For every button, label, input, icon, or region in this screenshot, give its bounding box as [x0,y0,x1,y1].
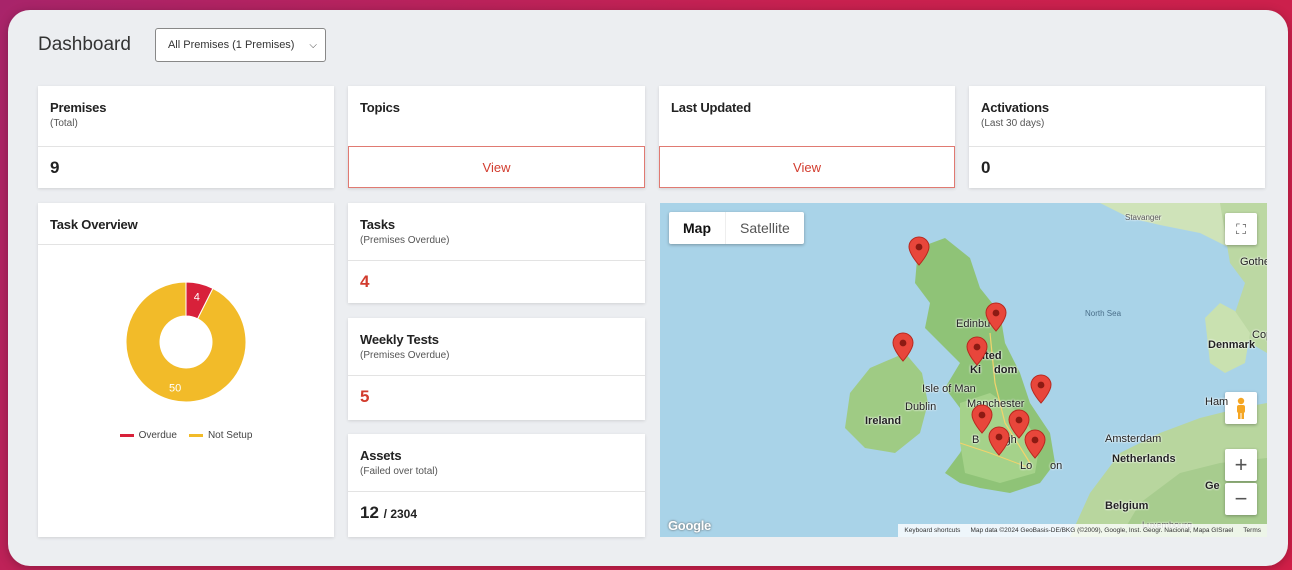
premises-label: Premises [50,100,107,115]
weekly-tests-value: 5 [360,387,370,406]
premises-select-value: All Premises (1 Premises) [167,39,295,51]
map-land [845,203,1267,537]
map-label: Ireland [865,415,902,427]
map-tab[interactable]: Map [669,212,725,244]
assets-total: / 2304 [383,507,418,521]
activations-sub: (Last 30 days) [981,118,1045,129]
zoom-out-button[interactable]: − [1225,483,1257,515]
map-label: Denmark [1208,339,1256,351]
last-updated-view-button[interactable]: View [659,146,955,188]
map-type-toggle: Map Satellite [669,212,804,244]
activations-value: 0 [981,158,991,177]
map-label: Manchester [967,398,1025,410]
map-label: Isle of Man [922,383,976,395]
fullscreen-icon[interactable]: ⛶ [1225,213,1257,245]
page-title: Dashboard [38,34,131,55]
map-label: ingh [996,434,1017,446]
activations-label: Activations [981,100,1049,115]
premises-map[interactable]: Map Satellite ⛶ + − Stavanger Gothe Nort… [660,203,1267,537]
assets-value: 12 / 2304 [348,492,645,534]
map-label: Ge [1205,480,1220,492]
assets-card: Assets (Failed over total) 12 / 2304 [348,434,645,537]
satellite-tab[interactable]: Satellite [725,212,804,244]
task-overview-card: Task Overview 4 50 Overdue Not Setup [38,203,334,537]
street-view-pegman-icon[interactable] [1225,392,1257,424]
map-label: m [1025,434,1035,446]
map-label: Ham [1205,396,1229,408]
map-data-text: Map data ©2024 GeoBasis-DE/BKG (©2009), … [970,527,1234,534]
premises-select[interactable]: All Premises (1 Premises) ⌵ [154,28,326,62]
map-label: ited [982,350,1002,362]
donut-label-not-setup: 50 [169,383,181,395]
donut-slice-not-setup[interactable] [125,281,247,403]
tasks-sub: (Premises Overdue) [360,235,450,246]
map-label: on [1050,460,1063,472]
topics-card: Topics View [348,86,645,188]
topics-view-button[interactable]: View [348,146,645,188]
weekly-tests-label: Weekly Tests [360,332,439,347]
donut-label-overdue: 4 [194,291,200,303]
map-attribution: Keyboard shortcuts Map data ©2024 GeoBas… [898,524,1267,537]
premises-sub: (Total) [50,118,78,129]
last-updated-label: Last Updated [671,100,751,115]
map-label: Edinbu [956,318,991,330]
map-label: Belgium [1105,500,1149,512]
activations-card: Activations (Last 30 days) 0 [969,86,1265,188]
legend-overdue: Overdue [119,430,177,441]
assets-sub: (Failed over total) [360,466,438,477]
map-label: Netherlands [1112,453,1176,465]
topics-label: Topics [360,100,400,115]
map-label: Ki [970,364,981,376]
assets-label: Assets [360,448,402,463]
map-label: Amsterdam [1105,433,1162,445]
dashboard-panel: Dashboard All Premises (1 Premises) ⌵ Pr… [8,10,1288,566]
legend-not-setup: Not Setup [188,430,252,441]
map-label: dom [994,364,1018,376]
weekly-tests-card: Weekly Tests (Premises Overdue) 5 [348,318,645,420]
map-label: Lo [1020,460,1033,472]
legend-swatch-overdue [119,433,134,437]
map-label: North Sea [1085,309,1122,318]
premises-value: 9 [50,158,60,177]
chart-legend: Overdue Not Setup [38,430,334,441]
task-overview-donut-chart: 4 50 [125,281,247,403]
chevron-down-icon: ⌵ [309,39,317,51]
task-overview-title: Task Overview [38,203,334,245]
terms-link[interactable]: Terms [1243,527,1261,534]
legend-swatch-not-setup [188,433,203,437]
page-header: Dashboard All Premises (1 Premises) ⌵ [38,28,326,62]
map-label: Gothe [1240,256,1267,268]
weekly-tests-sub: (Premises Overdue) [360,350,450,361]
tasks-label: Tasks [360,217,395,232]
tasks-value: 4 [360,272,370,291]
last-updated-card: Last Updated View [659,86,955,188]
keyboard-shortcuts-link[interactable]: Keyboard shortcuts [904,527,960,534]
assets-failed: 12 [360,503,379,522]
map-label: Dublin [905,401,937,413]
map-label: Stavanger [1125,213,1162,222]
zoom-in-button[interactable]: + [1225,449,1257,481]
premises-card: Premises (Total) 9 [38,86,334,188]
google-logo: Google [668,518,711,533]
tasks-card: Tasks (Premises Overdue) 4 [348,203,645,303]
map-label: B [972,434,980,446]
